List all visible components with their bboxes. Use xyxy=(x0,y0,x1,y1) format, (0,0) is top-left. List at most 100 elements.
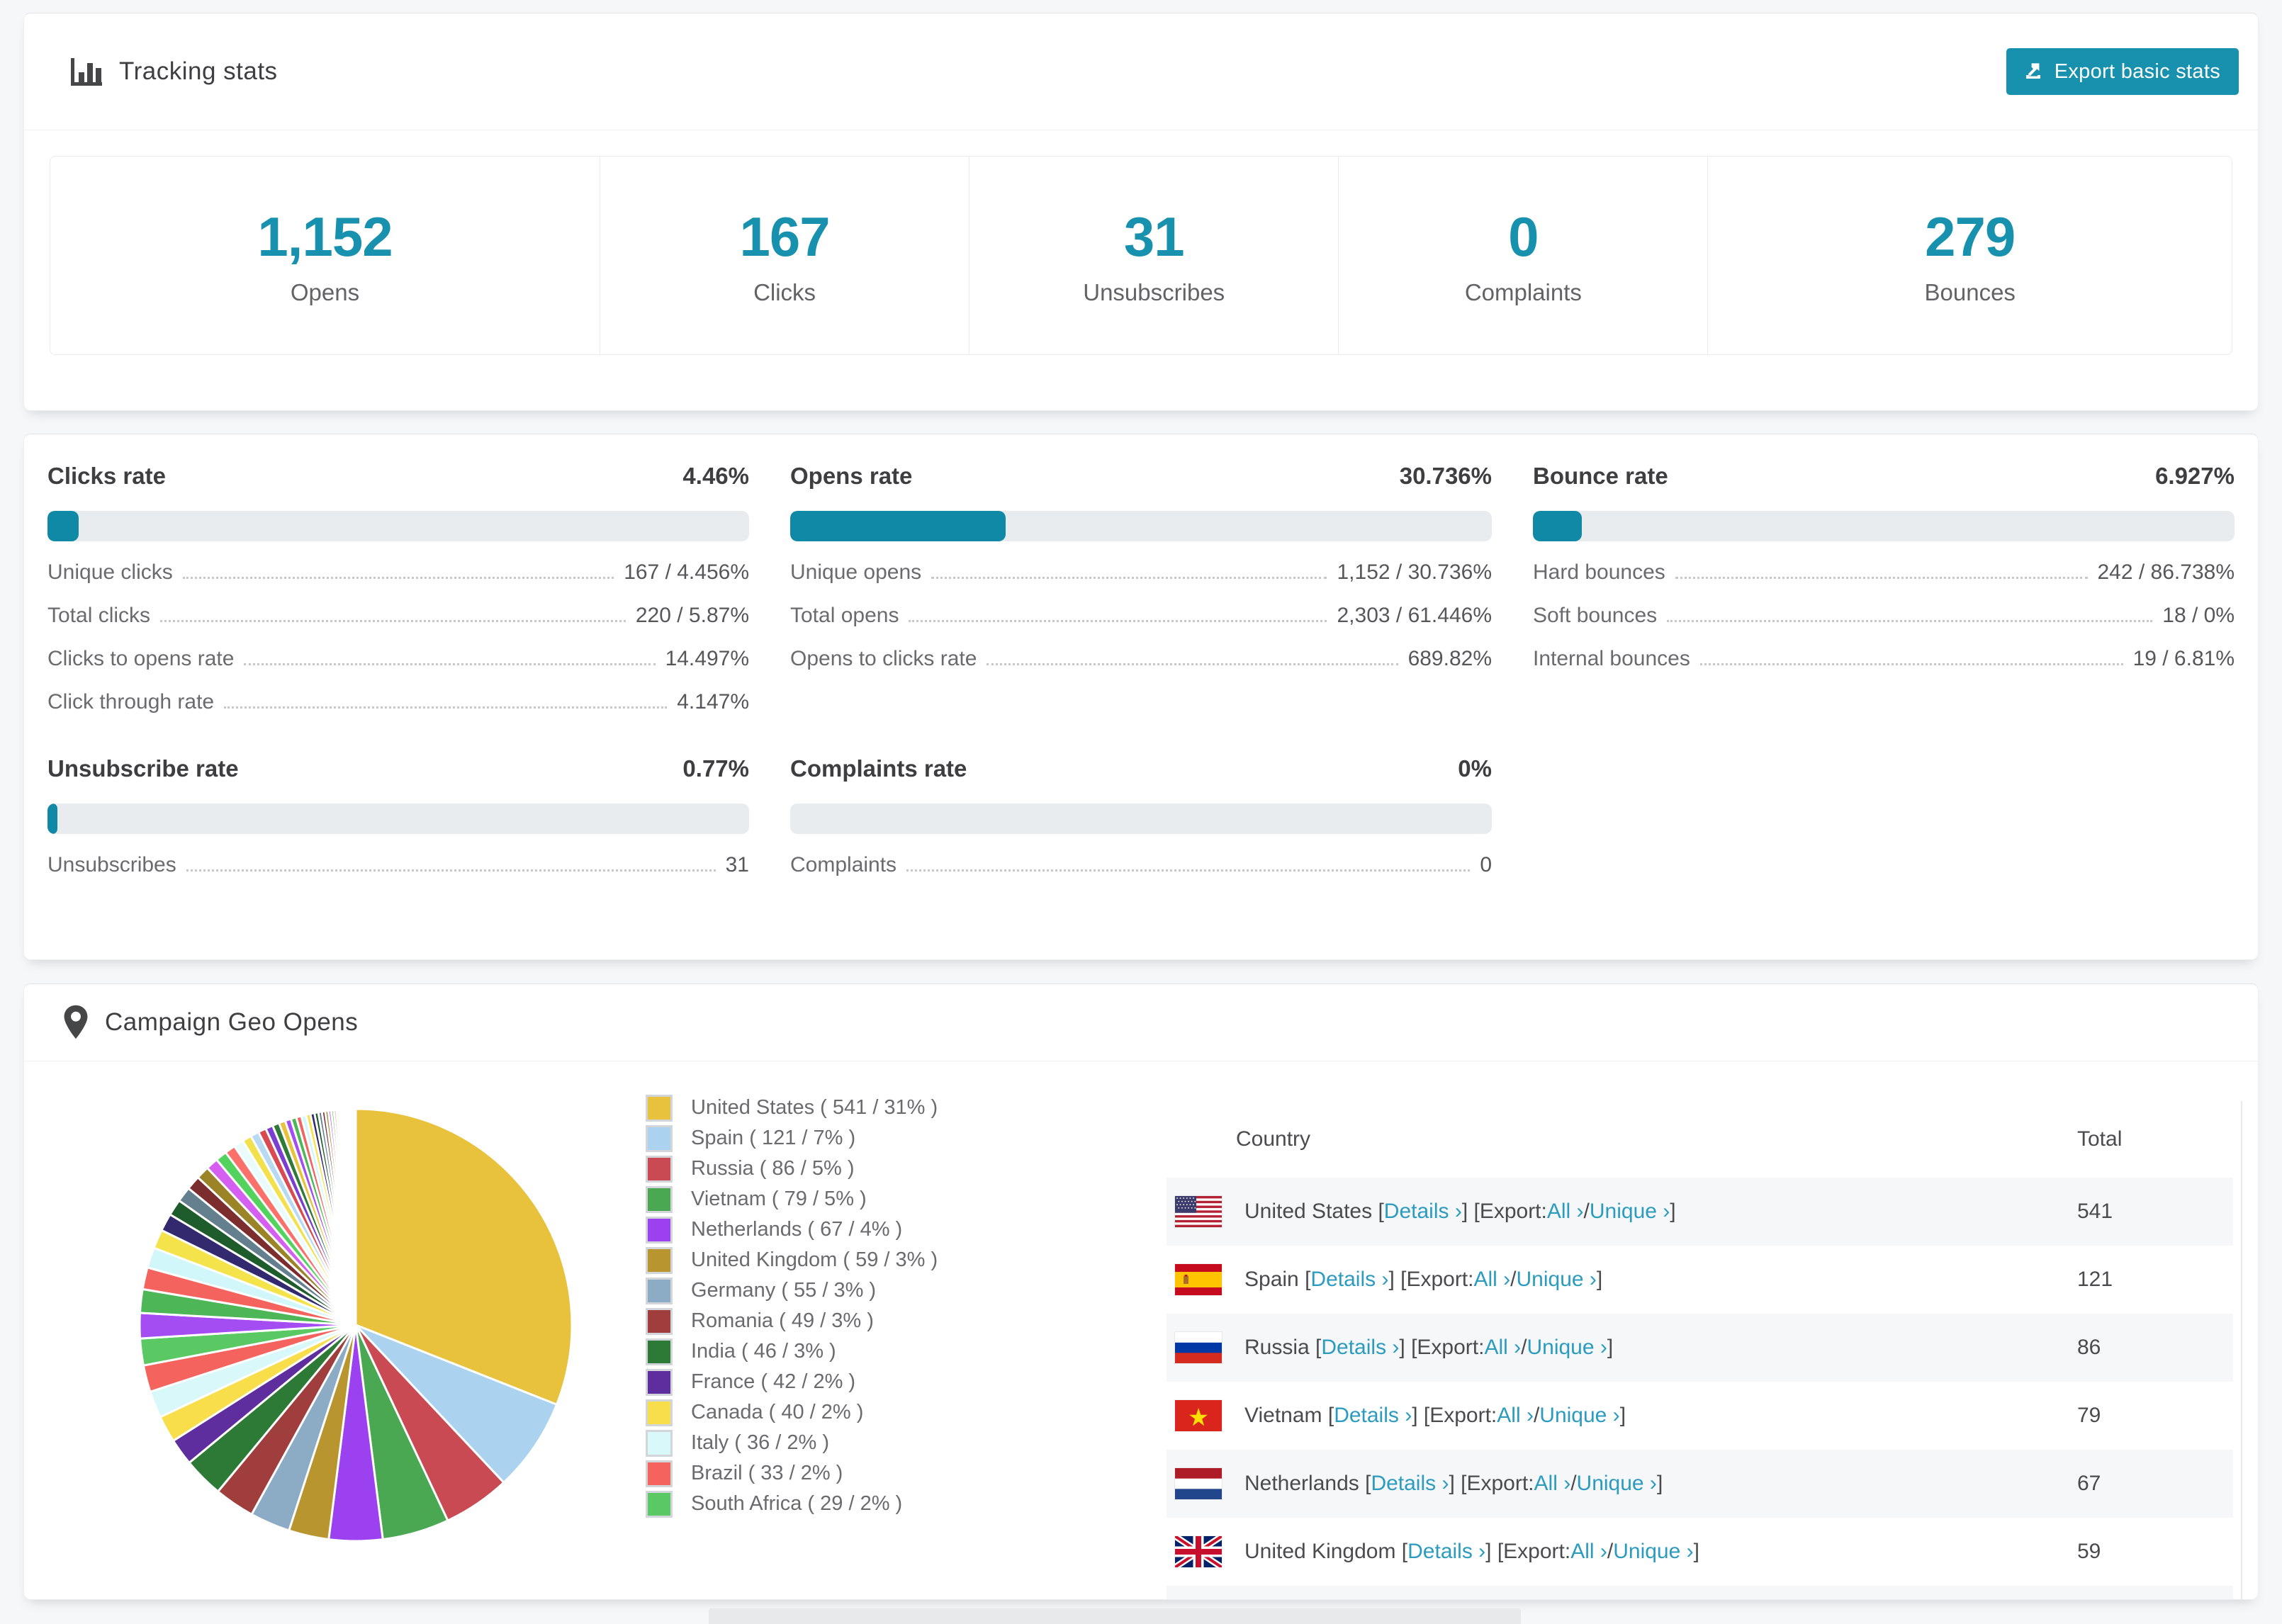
details-link[interactable]: Details › xyxy=(1334,1404,1412,1428)
legend-label: France ( 42 / 2% ) xyxy=(691,1370,856,1393)
country-cell: United Kingdom [Details ›] [Export: All … xyxy=(1175,1536,2077,1567)
slash: / xyxy=(1533,1404,1540,1427)
summary-label: Unsubscribes xyxy=(1083,279,1225,305)
legend-swatch xyxy=(646,1460,673,1487)
legend-label: Germany ( 55 / 3% ) xyxy=(691,1279,877,1302)
clicks-rate-section: Clicks rate 4.46% Unique clicks 167 / 4.456… xyxy=(47,463,749,714)
geo-table: Country Total United States [Details ›] [E… xyxy=(1167,1101,2233,1599)
bracket: ] xyxy=(1619,1404,1626,1427)
clicks-rate-progress-bar xyxy=(47,511,749,541)
export-unique-link[interactable]: Unique › xyxy=(1527,1336,1607,1360)
legend-swatch xyxy=(646,1429,673,1457)
export-all-link[interactable]: All › xyxy=(1534,1472,1571,1496)
export-unique-link[interactable]: Unique › xyxy=(1577,1472,1657,1496)
geo-header: Campaign Geo Opens xyxy=(24,984,2258,1061)
unsubscribe-rate-title: Unsubscribe rate xyxy=(47,755,239,782)
export-all-link[interactable]: All › xyxy=(1497,1404,1534,1428)
pie-slice-other[interactable] xyxy=(354,1107,357,1326)
country-name: Russia xyxy=(1244,1336,1310,1359)
dotted-leader xyxy=(244,663,656,665)
legend-swatch xyxy=(646,1155,673,1183)
export-unique-link[interactable]: Unique › xyxy=(1590,1200,1670,1224)
unsubscribe-rate-head: Unsubscribe rate 0.77% xyxy=(47,755,749,782)
export-all-link[interactable]: All › xyxy=(1547,1200,1584,1224)
bracket: ] xyxy=(1693,1540,1699,1563)
bounce-rate-head: Bounce rate 6.927% xyxy=(1533,463,2235,490)
stat-row-label: Unique opens xyxy=(790,560,922,584)
legend-swatch xyxy=(646,1338,673,1365)
legend-item[interactable]: South Africa ( 29 / 2% ) xyxy=(646,1489,938,1519)
dotted-leader xyxy=(931,577,1327,579)
bounce-rate-title: Bounce rate xyxy=(1533,463,1668,489)
country-cell: United States [Details ›] [Export: All ›… xyxy=(1175,1196,2077,1227)
bounce-rate-section: Bounce rate 6.927% Hard bounces 242 / 86.73… xyxy=(1533,463,2235,714)
stat-row: Unsubscribes 31 xyxy=(47,853,749,877)
summary-cell-complaints: 0 Complaints xyxy=(1338,157,1707,354)
rates-card: Clicks rate 4.46% Unique clicks 167 / 4.456… xyxy=(23,434,2259,960)
summary-label: Clicks xyxy=(753,279,816,305)
gb-flag-icon xyxy=(1175,1536,1222,1567)
opens-rate-value: 30.736% xyxy=(1399,463,1492,489)
legend-label: Canada ( 40 / 2% ) xyxy=(691,1401,864,1423)
dotted-leader xyxy=(1675,577,2088,579)
legend-item[interactable]: France ( 42 / 2% ) xyxy=(646,1367,938,1397)
country-name: United Kingdom xyxy=(1244,1540,1396,1563)
country-name: Netherlands xyxy=(1244,1472,1359,1495)
legend-item[interactable]: Netherlands ( 67 / 4% ) xyxy=(646,1214,938,1245)
details-link[interactable]: Details › xyxy=(1310,1268,1388,1292)
opens-rate-progress-bar xyxy=(790,511,1492,541)
legend-item[interactable]: India ( 46 / 3% ) xyxy=(646,1336,938,1367)
country-cell: Vietnam [Details ›] [Export: All › / Uni… xyxy=(1175,1400,2077,1431)
ru-flag-icon xyxy=(1175,1332,1222,1363)
export-unique-link[interactable]: Unique › xyxy=(1613,1540,1693,1564)
legend-swatch xyxy=(646,1246,673,1274)
unsubscribe-rate-progress-bar xyxy=(47,803,749,834)
export-label: ] [Export: xyxy=(1388,1268,1474,1291)
legend-item[interactable]: Spain ( 121 / 7% ) xyxy=(646,1123,938,1154)
legend-swatch xyxy=(646,1185,673,1213)
export-unique-link[interactable]: Unique › xyxy=(1539,1404,1619,1428)
export-all-link[interactable]: All › xyxy=(1484,1336,1521,1360)
stat-row-value: 4.147% xyxy=(677,690,749,714)
page-title: Tracking stats xyxy=(119,57,278,85)
details-link[interactable]: Details › xyxy=(1371,1472,1449,1496)
geo-pie-chart[interactable] xyxy=(129,1098,583,1552)
export-basic-stats-button[interactable]: Export basic stats xyxy=(2006,48,2239,95)
legend-label: Brazil ( 33 / 2% ) xyxy=(691,1462,843,1484)
details-link[interactable]: Details › xyxy=(1321,1336,1399,1360)
stat-row-value: 19 / 6.81% xyxy=(2132,647,2235,670)
legend-item[interactable]: Canada ( 40 / 2% ) xyxy=(646,1397,938,1428)
stat-row-label: Total opens xyxy=(790,604,899,627)
export-all-link[interactable]: All › xyxy=(1473,1268,1510,1292)
legend-item[interactable]: United States ( 541 / 31% ) xyxy=(646,1093,938,1123)
legend-item[interactable]: Russia ( 86 / 5% ) xyxy=(646,1154,938,1184)
legend-item[interactable]: United Kingdom ( 59 / 3% ) xyxy=(646,1245,938,1275)
clicks-rate-title: Clicks rate xyxy=(47,463,166,489)
export-all-link[interactable]: All › xyxy=(1570,1540,1607,1564)
es-flag-icon xyxy=(1175,1264,1222,1295)
legend-item[interactable]: Brazil ( 33 / 2% ) xyxy=(646,1458,938,1489)
legend-swatch xyxy=(646,1277,673,1304)
legend-swatch xyxy=(646,1368,673,1396)
bottom-scroll-band[interactable] xyxy=(709,1608,1521,1624)
legend-item[interactable]: Germany ( 55 / 3% ) xyxy=(646,1275,938,1306)
slash: / xyxy=(1570,1472,1577,1495)
legend-item[interactable]: Romania ( 49 / 3% ) xyxy=(646,1306,938,1336)
stat-row: Click through rate 4.147% xyxy=(47,690,749,714)
details-link[interactable]: Details › xyxy=(1384,1200,1462,1224)
bracket: [ xyxy=(1395,1540,1408,1563)
stat-row-label: Unsubscribes xyxy=(47,853,176,876)
stat-row-label: Click through rate xyxy=(47,690,215,714)
stat-row: Total opens 2,303 / 61.446% xyxy=(790,604,1492,628)
export-label: ] [Export: xyxy=(1485,1540,1571,1563)
table-row-ru: Russia [Details ›] [Export: All › / Uniq… xyxy=(1167,1314,2233,1382)
legend-item[interactable]: Italy ( 36 / 2% ) xyxy=(646,1428,938,1458)
stat-row-label: Soft bounces xyxy=(1533,604,1658,627)
total-cell: 79 xyxy=(2077,1404,2101,1427)
export-unique-link[interactable]: Unique › xyxy=(1517,1268,1597,1292)
stat-row-label: Clicks to opens rate xyxy=(47,647,235,670)
legend-item[interactable]: Vietnam ( 79 / 5% ) xyxy=(646,1184,938,1214)
dotted-leader xyxy=(182,577,614,579)
table-row-gb: United Kingdom [Details ›] [Export: All … xyxy=(1167,1518,2233,1586)
details-link[interactable]: Details › xyxy=(1407,1540,1485,1564)
